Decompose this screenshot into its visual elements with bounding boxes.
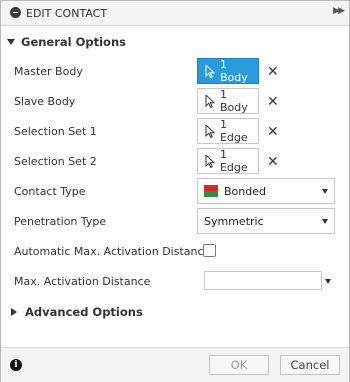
auto-activation-label: Automatic Max. Activation Distance bbox=[14, 245, 211, 258]
selection-set-2-label: Selection Set 2 bbox=[14, 155, 97, 168]
master-body-selector[interactable]: 1 Body bbox=[197, 58, 259, 84]
expand-panel-icon[interactable]: ▶▶ bbox=[333, 6, 345, 16]
contact-type-label: Contact Type bbox=[14, 185, 86, 198]
penetration-type-value: Symmetric bbox=[204, 214, 264, 228]
selection-set-2-value: 1 Edge bbox=[219, 148, 248, 174]
edit-contact-dialog: EDIT CONTACT ▶▶ General Options Master B… bbox=[0, 0, 350, 382]
selection-set-1-label: Selection Set 1 bbox=[14, 125, 97, 138]
slave-body-label: Slave Body bbox=[14, 95, 76, 108]
contact-type-dropdown[interactable]: Bonded bbox=[197, 178, 335, 204]
clear-slave-body-icon[interactable]: ✕ bbox=[267, 95, 279, 109]
bonded-contact-icon bbox=[204, 185, 218, 197]
dropdown-caret-icon bbox=[322, 189, 328, 194]
slave-body-selector[interactable]: 1 Body bbox=[197, 88, 259, 114]
dialog-title: EDIT CONTACT bbox=[26, 7, 108, 20]
expand-triangle-icon bbox=[11, 307, 17, 316]
ok-button[interactable]: OK bbox=[209, 355, 269, 375]
slave-body-value: 1 Body bbox=[219, 88, 248, 114]
cursor-arrow-icon bbox=[205, 64, 215, 78]
selection-set-2-selector[interactable]: 1 Edge bbox=[197, 148, 259, 174]
clear-selection-set-2-icon[interactable]: ✕ bbox=[267, 155, 279, 169]
cursor-arrow-icon bbox=[205, 124, 215, 138]
selection-set-1-value: 1 Edge bbox=[219, 118, 248, 144]
advanced-options-header[interactable]: Advanced Options bbox=[7, 305, 143, 319]
dropdown-caret-icon bbox=[322, 219, 328, 224]
general-options-label: General Options bbox=[21, 35, 126, 49]
clear-master-body-icon[interactable]: ✕ bbox=[267, 65, 279, 79]
cursor-arrow-icon bbox=[205, 154, 215, 168]
collapse-triangle-icon bbox=[7, 38, 15, 45]
general-options-header[interactable]: General Options bbox=[7, 35, 126, 49]
auto-activation-checkbox[interactable] bbox=[203, 244, 216, 257]
cursor-arrow-icon bbox=[205, 94, 215, 108]
selection-set-1-selector[interactable]: 1 Edge bbox=[197, 118, 259, 144]
title-bar: EDIT CONTACT ▶▶ bbox=[1, 1, 349, 26]
penetration-type-dropdown[interactable]: Symmetric bbox=[197, 208, 335, 234]
cancel-button[interactable]: Cancel bbox=[280, 355, 340, 375]
master-body-value: 1 Body bbox=[219, 58, 248, 84]
advanced-options-label: Advanced Options bbox=[25, 305, 143, 319]
max-activation-label: Max. Activation Distance bbox=[14, 275, 151, 288]
contact-type-value: Bonded bbox=[224, 184, 266, 198]
max-activation-input[interactable] bbox=[204, 271, 322, 290]
penetration-type-label: Penetration Type bbox=[14, 215, 107, 228]
clear-selection-set-1-icon[interactable]: ✕ bbox=[267, 125, 279, 139]
master-body-label: Master Body bbox=[14, 65, 83, 78]
dialog-footer: i OK Cancel bbox=[1, 347, 349, 382]
minus-circle-icon bbox=[10, 7, 21, 18]
info-icon[interactable]: i bbox=[10, 359, 22, 371]
units-dropdown-caret-icon[interactable] bbox=[325, 279, 331, 284]
